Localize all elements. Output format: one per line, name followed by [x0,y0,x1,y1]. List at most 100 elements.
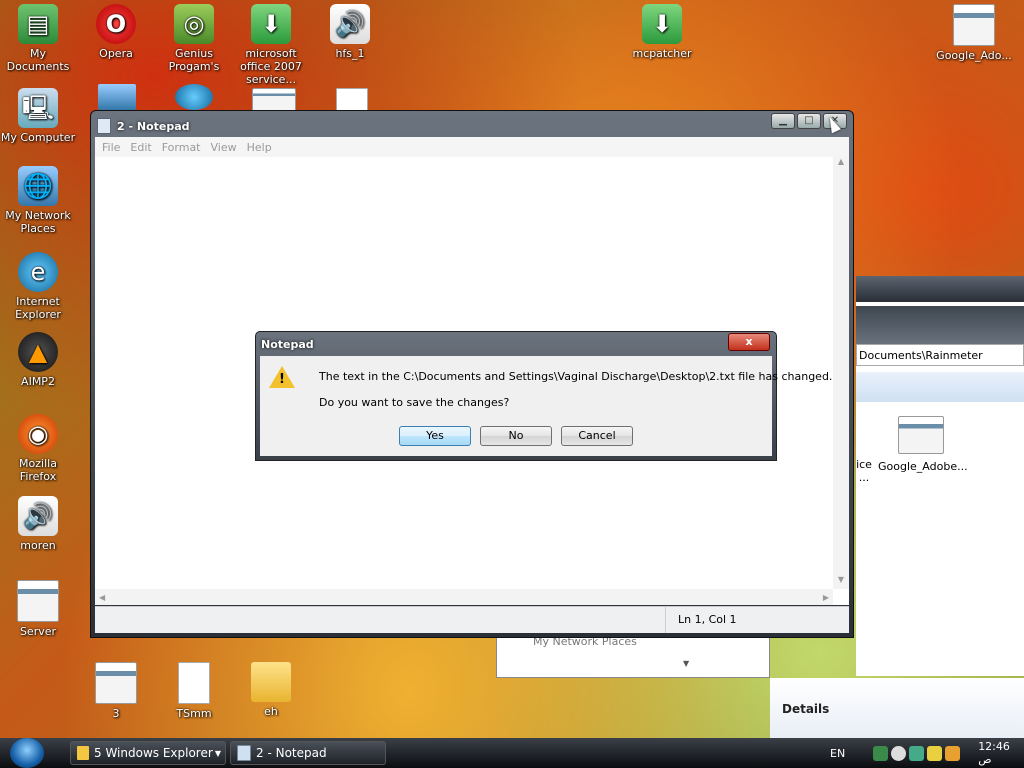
desktop-icon-label: Mozilla Firefox [19,457,57,483]
folder-icon [251,662,291,702]
explorer-item-google-adobe[interactable]: Google_Adobe... [878,416,968,473]
explorer-details-pane: Details [770,678,1024,740]
desktop-icon-my-network[interactable]: 🌐 My Network Places [0,166,76,235]
desktop-icon-my-computer[interactable]: 🖳 My Computer [0,88,76,144]
menu-edit[interactable]: Edit [125,141,156,154]
desktop-icon-aimp2[interactable]: ▲ AIMP2 [0,332,76,388]
chevron-down-icon[interactable]: ▼ [683,659,689,668]
taskbar-button-label: 5 Windows Explorer [94,746,213,760]
notepad-titlebar[interactable]: 2 - Notepad [97,115,847,137]
window-icon [898,416,944,454]
desktop-icon-label: Opera [99,47,133,60]
desktop-icon-mcpatcher[interactable]: ⬇ mcpatcher [624,4,700,60]
explorer-nav-pane: My Network Places ▼ [496,635,770,678]
scroll-right-icon[interactable]: ▶ [823,593,829,602]
start-button[interactable] [10,738,44,768]
menu-view[interactable]: View [206,141,242,154]
desktop-icon-label: AIMP2 [21,375,55,388]
dialog-question: Do you want to save the changes? [319,396,510,409]
app-icon[interactable] [927,745,943,761]
explorer-titlebar[interactable] [856,276,1024,302]
vertical-scrollbar[interactable]: ▲ ▼ [833,157,849,589]
menu-help[interactable]: Help [242,141,277,154]
file-icon [336,88,368,112]
window-icon [953,4,995,46]
desktop-icon-3[interactable]: 3 [78,662,154,720]
cancel-button[interactable]: Cancel [561,426,633,446]
desktop-icon-hfs[interactable]: 🔊 hfs_1 [312,4,388,60]
taskbar: 5 Windows Explorer ▼ 2 - Notepad EN 12:4… [0,738,1024,768]
desktop-icon-eh[interactable]: eh [233,662,309,718]
clock[interactable]: 12:46 ص [978,740,1024,766]
globe-icon [175,84,213,110]
window-icon [17,580,59,622]
desktop-icon-label: Server [19,625,57,638]
desktop-icon-label: mcpatcher [632,47,692,60]
chevron-down-icon: ▼ [214,748,221,758]
desktop-icon-office-service[interactable]: ⬇ microsoft office 2007 service... [233,4,309,86]
explorer-toolbar [856,372,1024,402]
desktop-icon-label: Internet Explorer [15,295,61,321]
explorer-item-partial[interactable]: ice ... [852,416,876,484]
notepad-statusbar: Ln 1, Col 1 [95,606,849,633]
desktop-icon-label: hfs_1 [335,47,365,60]
desktop-icon-tsmm[interactable]: TSmm [156,662,232,720]
minimize-button[interactable]: ▁ [771,113,795,129]
desktop-icon-internet-explorer[interactable]: e Internet Explorer [0,252,76,321]
explorer-address-bar[interactable]: Documents\Rainmeter [856,344,1024,366]
desktop-icon-firefox[interactable]: ◉ Mozilla Firefox [0,414,76,483]
notepad-icon [237,745,251,761]
language-indicator[interactable]: EN [830,747,845,760]
window-icon [95,662,137,704]
dialog-body: ! The text in the C:\Documents and Setti… [260,356,832,456]
desktop-icon-label: My Computer [0,131,76,144]
scroll-left-icon[interactable]: ◀ [99,593,105,602]
folder-icon [77,746,89,760]
desktop-icon-label: microsoft office 2007 service... [240,47,302,86]
firefox-icon: ◉ [18,414,58,454]
close-icon: x [745,335,753,348]
desktop-icon-label: Google_Ado... [936,49,1012,62]
taskbar-button-explorer[interactable]: 5 Windows Explorer ▼ [70,741,226,765]
tray-icons [873,745,961,761]
no-button[interactable]: No [480,426,552,446]
taskbar-button-notepad[interactable]: 2 - Notepad [230,741,386,765]
scroll-up-icon[interactable]: ▲ [833,157,849,171]
explorer-item-label: ice ... [856,458,872,484]
volume-icon[interactable] [891,745,907,761]
speaker-icon: 🔊 [330,4,370,44]
desktop-icon-genius[interactable]: ◎ Genius Progam's [156,4,232,73]
explorer-window: Documents\Rainmeter ice ... Google_Adobe… [856,276,1024,676]
file-icon [178,662,210,704]
installer-icon: ⬇ [251,4,291,44]
desktop-icon-my-documents[interactable]: ▤ My Documents [0,4,76,73]
window-icon [252,88,296,112]
opera-icon: O [96,4,136,44]
desktop-icon-label: TSmm [176,707,212,720]
shield-icon[interactable] [909,745,925,761]
menu-file[interactable]: File [97,141,125,154]
desktop-icon-moren[interactable]: 🔊 moren [0,496,76,552]
notepad-menubar: File Edit Format View Help [95,137,849,157]
scroll-down-icon[interactable]: ▼ [833,575,849,589]
taskbar-button-label: 2 - Notepad [256,746,327,760]
menu-format[interactable]: Format [157,141,206,154]
desktop-icon-opera[interactable]: O Opera [78,4,154,60]
installer-icon: ⬇ [642,4,682,44]
maximize-button[interactable]: □ [797,113,821,129]
dialog-close-button[interactable]: x [728,333,770,351]
desktop-icon-label: 3 [112,707,120,720]
desktop-icon-google-adobe[interactable]: Google_Ado... [936,4,1012,62]
dialog-title: Notepad [261,338,314,351]
desktop-icon-label: My Network Places [5,209,71,235]
messenger-icon[interactable] [945,745,961,761]
explorer-navbar [856,306,1024,346]
desktop-icon-server[interactable]: Server [0,580,76,638]
network-icon[interactable] [873,745,889,761]
save-changes-dialog: Notepad x ! The text in the C:\Documents… [255,331,832,461]
desktop-icon-label: moren [20,539,56,552]
horizontal-scrollbar[interactable]: ◀ ▶ [95,589,833,605]
warning-icon-mark: ! [279,372,285,387]
desktop-icon-label: eh [264,705,278,718]
yes-button[interactable]: Yes [399,426,471,446]
